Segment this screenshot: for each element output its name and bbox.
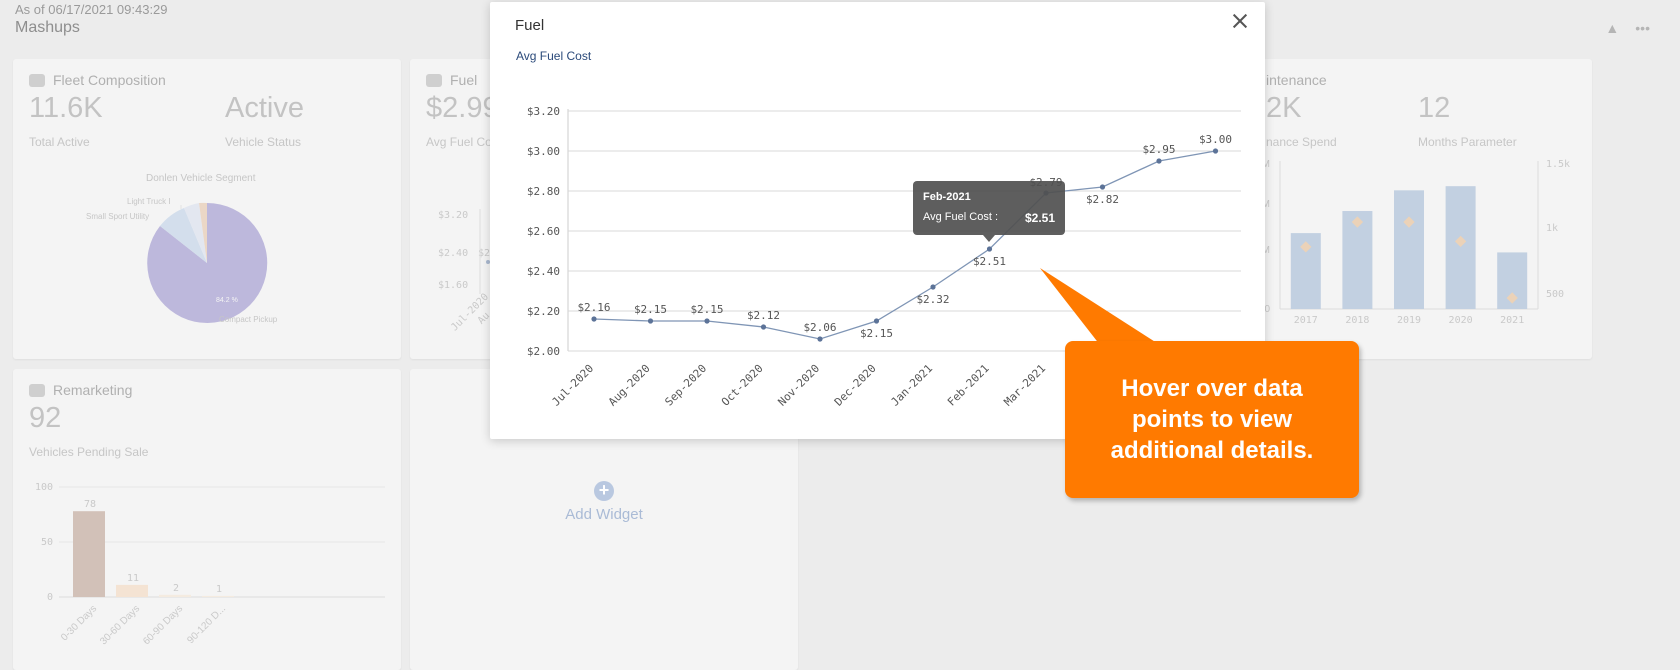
x-tick-label: Oct-2020	[719, 362, 766, 409]
x-tick-label: Feb-2021	[945, 362, 992, 409]
x-tick-label: Mar-2021	[1001, 362, 1048, 409]
y-tick-label: $2.60	[527, 225, 560, 238]
data-label: $2.06	[803, 321, 836, 334]
remarketing-bar	[202, 595, 234, 597]
vehicle-segment-pie[interactable]	[13, 59, 401, 359]
y-tick-label: $2.40	[527, 265, 560, 278]
remarketing-bar	[159, 594, 191, 597]
remarketing-bar	[73, 511, 105, 597]
x-tick-label: Jan-2021	[888, 362, 935, 409]
remarketing-card[interactable]: Remarketing 92 Vehicles Pending Sale 100…	[13, 369, 401, 670]
data-label: $2.16	[577, 301, 610, 314]
data-label: $2.32	[916, 293, 949, 306]
add-widget-button[interactable]: + Add Widget	[410, 481, 798, 524]
tooltip-label: Avg Fuel Cost :	[923, 211, 998, 223]
data-label: $2.15	[690, 303, 723, 316]
more-icon[interactable]: •••	[1635, 20, 1650, 36]
chart-tooltip: Feb-2021 Avg Fuel Cost : $2.51	[913, 181, 1065, 242]
remarketing-chart[interactable]: 100 50 0 78 0-30 Days 11 30-60 Days 2 60-90 Days…	[13, 369, 401, 670]
data-label: $2.82	[1086, 193, 1119, 206]
pie-label-light-truck: Light Truck I	[127, 197, 171, 206]
bar-value-label: 2	[173, 583, 179, 594]
callout-text: Hover over data points to view additiona…	[1110, 375, 1314, 464]
collapse-icon[interactable]: ▲	[1605, 20, 1619, 36]
data-label: $2.51	[973, 255, 1006, 268]
data-point	[1156, 158, 1162, 164]
tooltip-title: Feb-2021	[923, 191, 971, 203]
page-title: Mashups	[15, 19, 80, 36]
data-point	[760, 324, 767, 330]
y-tick-label: 100	[35, 482, 53, 493]
pie-percentage: 84.2 %	[216, 297, 238, 304]
data-point	[591, 316, 597, 322]
header-actions: ▲ •••	[1605, 20, 1650, 36]
y-tick-label: $2.80	[527, 185, 560, 198]
data-point	[1212, 148, 1219, 154]
pie-label-compact-pickup: Compact Pickup	[219, 315, 278, 324]
x-tick-label: 60-90 Days	[141, 603, 185, 647]
remarketing-bar	[116, 584, 148, 597]
data-label: $2.15	[634, 303, 667, 316]
x-tick-label: Aug-2020	[606, 362, 653, 409]
bar-value-label: 1	[216, 584, 222, 595]
data-point	[647, 318, 654, 324]
bar-value-label: 78	[84, 499, 96, 510]
x-tick-label: 30-60 Days	[98, 603, 142, 647]
data-point	[1099, 184, 1106, 190]
dashboard-header: As of 06/17/2021 09:43:29 Mashups	[15, 2, 168, 37]
data-point	[704, 318, 710, 324]
y-tick-label: $2.20	[527, 305, 560, 318]
add-widget-label: Add Widget	[565, 506, 643, 523]
x-tick-label: 2018	[1345, 315, 1369, 326]
maintenance-bar	[1394, 190, 1424, 309]
y-tick-label: $3.20	[527, 105, 560, 118]
data-label: $2.12	[747, 309, 780, 322]
y2-tick-label: 1k	[1546, 223, 1558, 234]
x-tick-label: 2019	[1397, 315, 1421, 326]
data-point	[817, 336, 823, 342]
hint-callout: Hover over data points to view additiona…	[1065, 341, 1359, 498]
data-point	[873, 318, 880, 324]
pie-label-small-sport-utility: Small Sport Utility	[86, 212, 150, 221]
y-tick-label: $3.00	[527, 145, 560, 158]
data-label: $3.00	[1199, 133, 1232, 146]
maintenance-bar	[1445, 186, 1476, 309]
x-tick-label: 2020	[1449, 315, 1473, 326]
plus-icon: +	[594, 481, 614, 501]
y-tick-label: $2.00	[527, 345, 560, 358]
y-tick-label: 0	[47, 592, 53, 603]
x-tick-label: 0-30 Days	[59, 603, 99, 643]
data-point	[930, 284, 936, 290]
tooltip-value: $2.51	[1024, 211, 1055, 225]
y2-tick-label: 500	[1546, 289, 1564, 300]
fleet-composition-card[interactable]: Fleet Composition 11.6K Total Active Act…	[13, 59, 401, 359]
data-point	[986, 246, 993, 252]
x-tick-label: Nov-2020	[775, 362, 822, 409]
y2-tick-label: 1.5k	[1546, 159, 1570, 170]
x-tick-label: Jul-2020	[549, 362, 596, 409]
data-label: $2.95	[1142, 143, 1175, 156]
as-of-timestamp: As of 06/17/2021 09:43:29	[15, 2, 168, 17]
x-tick-label: 2021	[1500, 315, 1524, 326]
x-tick-label: Sep-2020	[662, 362, 709, 409]
y-tick-label: 50	[41, 537, 53, 548]
x-tick-label: Dec-2020	[832, 362, 879, 409]
x-tick-label: 90-120 D...	[185, 603, 228, 646]
x-tick-label: 2017	[1294, 315, 1318, 326]
data-label: $2.15	[860, 327, 893, 340]
y-tick-label: 0	[1264, 304, 1270, 315]
bar-value-label: 11	[127, 573, 139, 584]
